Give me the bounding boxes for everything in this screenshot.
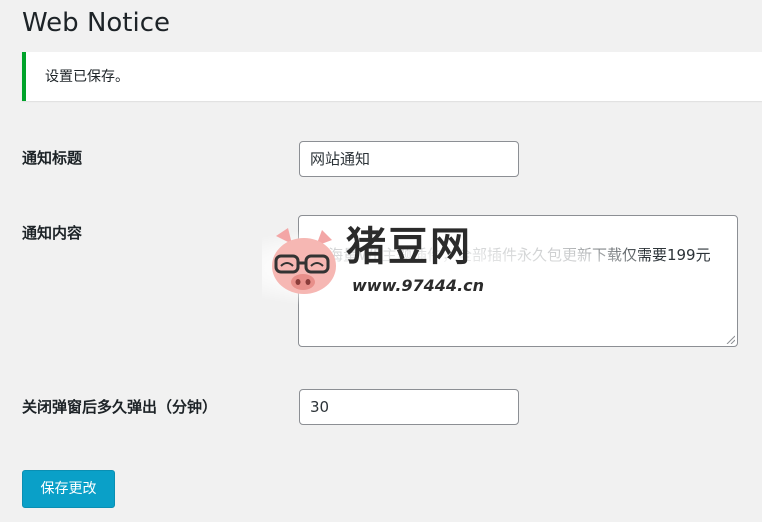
success-notice: 设置已保存。 <box>22 52 762 101</box>
resize-grip-icon[interactable] <box>725 334 735 344</box>
delay-label: 关闭弹窗后多久弹出（分钟） <box>22 398 218 416</box>
title-label: 通知标题 <box>22 149 83 167</box>
title-input[interactable]: 网站通知 <box>299 141 519 177</box>
content-text: 海量WP主题插件，全部插件永久包更新下载仅需要199元 <box>328 246 711 264</box>
content-label: 通知内容 <box>22 224 83 242</box>
settings-page: Web Notice 设置已保存。 通知标题 网站通知 通知内容 海量WP主题插… <box>0 0 762 522</box>
delay-minutes-input[interactable]: 30 <box>299 389 519 425</box>
page-title: Web Notice <box>22 8 171 38</box>
content-textarea[interactable]: 海量WP主题插件，全部插件永久包更新下载仅需要199元 <box>298 215 738 347</box>
notice-message: 设置已保存。 <box>45 69 129 85</box>
save-button[interactable]: 保存更改 <box>22 470 115 508</box>
